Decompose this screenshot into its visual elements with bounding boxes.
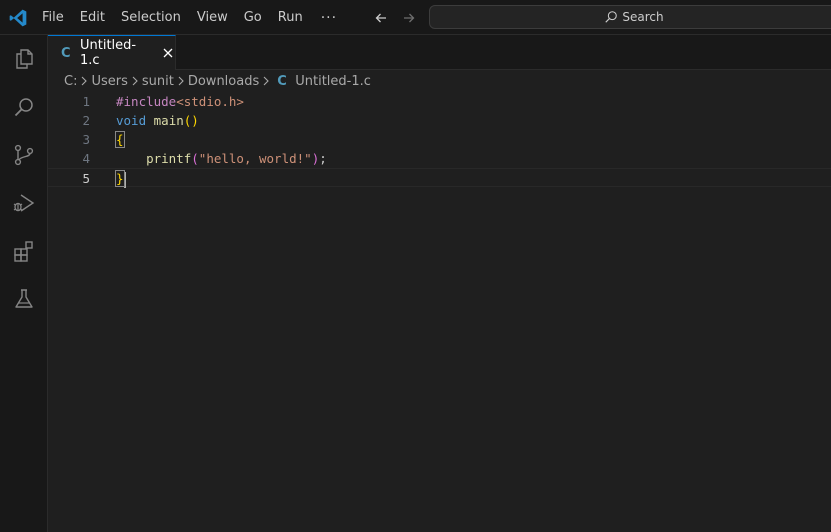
source-control-icon <box>14 144 34 166</box>
activity-testing[interactable] <box>0 275 48 323</box>
line-number: 3 <box>82 132 90 147</box>
menu-run[interactable]: Run <box>270 6 311 30</box>
run-debug-icon <box>13 194 35 212</box>
c-file-icon: C <box>61 45 71 61</box>
forward-button[interactable] <box>398 8 420 28</box>
code-line[interactable]: 2 void main() <box>48 111 831 130</box>
search-view-icon <box>14 98 33 117</box>
menu-go[interactable]: Go <box>236 6 270 30</box>
activity-extensions[interactable] <box>0 227 48 275</box>
explorer-icon <box>16 49 33 69</box>
code-text: void main() <box>116 111 199 130</box>
search-label: Search <box>622 10 664 24</box>
arrow-right-icon <box>404 13 415 23</box>
code-token: ; <box>319 151 327 166</box>
activity-source-control[interactable] <box>0 131 48 179</box>
code-token: printf <box>146 151 192 166</box>
back-button[interactable] <box>370 8 392 28</box>
breadcrumb: C: Users sunit Downloads C Untitled-1.c <box>48 70 831 92</box>
c-file-icon: C <box>277 73 287 89</box>
tab-bar: C Untitled-1.c <box>48 35 831 70</box>
close-icon <box>163 48 173 58</box>
tab-untitled-1-c[interactable]: C Untitled-1.c <box>48 35 176 70</box>
menu-selection[interactable]: Selection <box>113 6 189 30</box>
code-text: printf("hello, world!"); <box>116 149 327 168</box>
code-line[interactable]: 4 printf("hello, world!"); <box>48 149 831 168</box>
chevron-right-icon <box>259 76 273 86</box>
code-line[interactable]: 3{ <box>48 130 831 149</box>
arrow-left-icon <box>375 13 386 23</box>
breadcrumb-drive[interactable]: C: <box>64 74 77 89</box>
code-line[interactable]: 1 #include<stdio.h> <box>48 92 831 111</box>
code-token: "hello, world!" <box>198 151 312 166</box>
activity-search[interactable] <box>0 83 48 131</box>
breadcrumb-downloads[interactable]: Downloads <box>188 74 259 89</box>
code-token: #include <box>116 94 177 109</box>
code-text: } <box>115 169 126 188</box>
menu-file[interactable]: File <box>34 6 72 30</box>
activity-explorer[interactable] <box>0 35 48 83</box>
line-number: 5 <box>82 171 90 186</box>
code-token: } <box>115 170 125 187</box>
code-token: () <box>183 113 199 128</box>
search-icon <box>605 11 618 23</box>
line-number: 1 <box>82 94 90 109</box>
code-text: #include<stdio.h> <box>116 92 244 111</box>
extensions-icon <box>14 241 33 262</box>
menu-edit[interactable]: Edit <box>72 6 113 30</box>
code-token: main <box>153 113 184 128</box>
chevron-right-icon <box>77 76 91 86</box>
code-token: { <box>115 131 125 148</box>
code-text: { <box>115 130 125 149</box>
breadcrumb-file[interactable]: C Untitled-1.c <box>273 74 371 89</box>
activity-bar <box>0 35 48 532</box>
code-token: <stdio.h> <box>176 94 244 109</box>
menu-more[interactable]: ··· <box>311 6 347 30</box>
breadcrumb-sunit[interactable]: sunit <box>142 74 174 89</box>
command-center-search[interactable]: Search <box>429 5 831 29</box>
line-number: 2 <box>82 113 90 128</box>
code-line[interactable]: 5} <box>48 168 831 188</box>
menu-view[interactable]: View <box>189 6 236 30</box>
vscode-logo-icon[interactable] <box>8 8 28 28</box>
testing-icon <box>15 289 33 308</box>
chevron-right-icon <box>128 76 142 86</box>
title-bar: File Edit Selection View Go Run ··· Sear… <box>0 0 831 35</box>
chevron-right-icon <box>174 76 188 86</box>
navigation-controls <box>370 8 420 28</box>
text-cursor <box>123 171 126 188</box>
breadcrumb-users[interactable]: Users <box>91 74 127 89</box>
menu-bar: File Edit Selection View Go Run ··· <box>34 0 347 35</box>
line-number: 4 <box>82 151 90 166</box>
code-token: ( <box>191 151 199 166</box>
tab-close-button[interactable] <box>160 45 175 61</box>
activity-run-debug[interactable] <box>0 179 48 227</box>
breadcrumb-file-label: Untitled-1.c <box>295 73 371 89</box>
code-token: void <box>116 113 147 128</box>
code-editor[interactable]: 1 #include<stdio.h> 2 void main() 3{4 printf… <box>48 92 831 532</box>
tab-label: Untitled-1.c <box>79 38 137 68</box>
